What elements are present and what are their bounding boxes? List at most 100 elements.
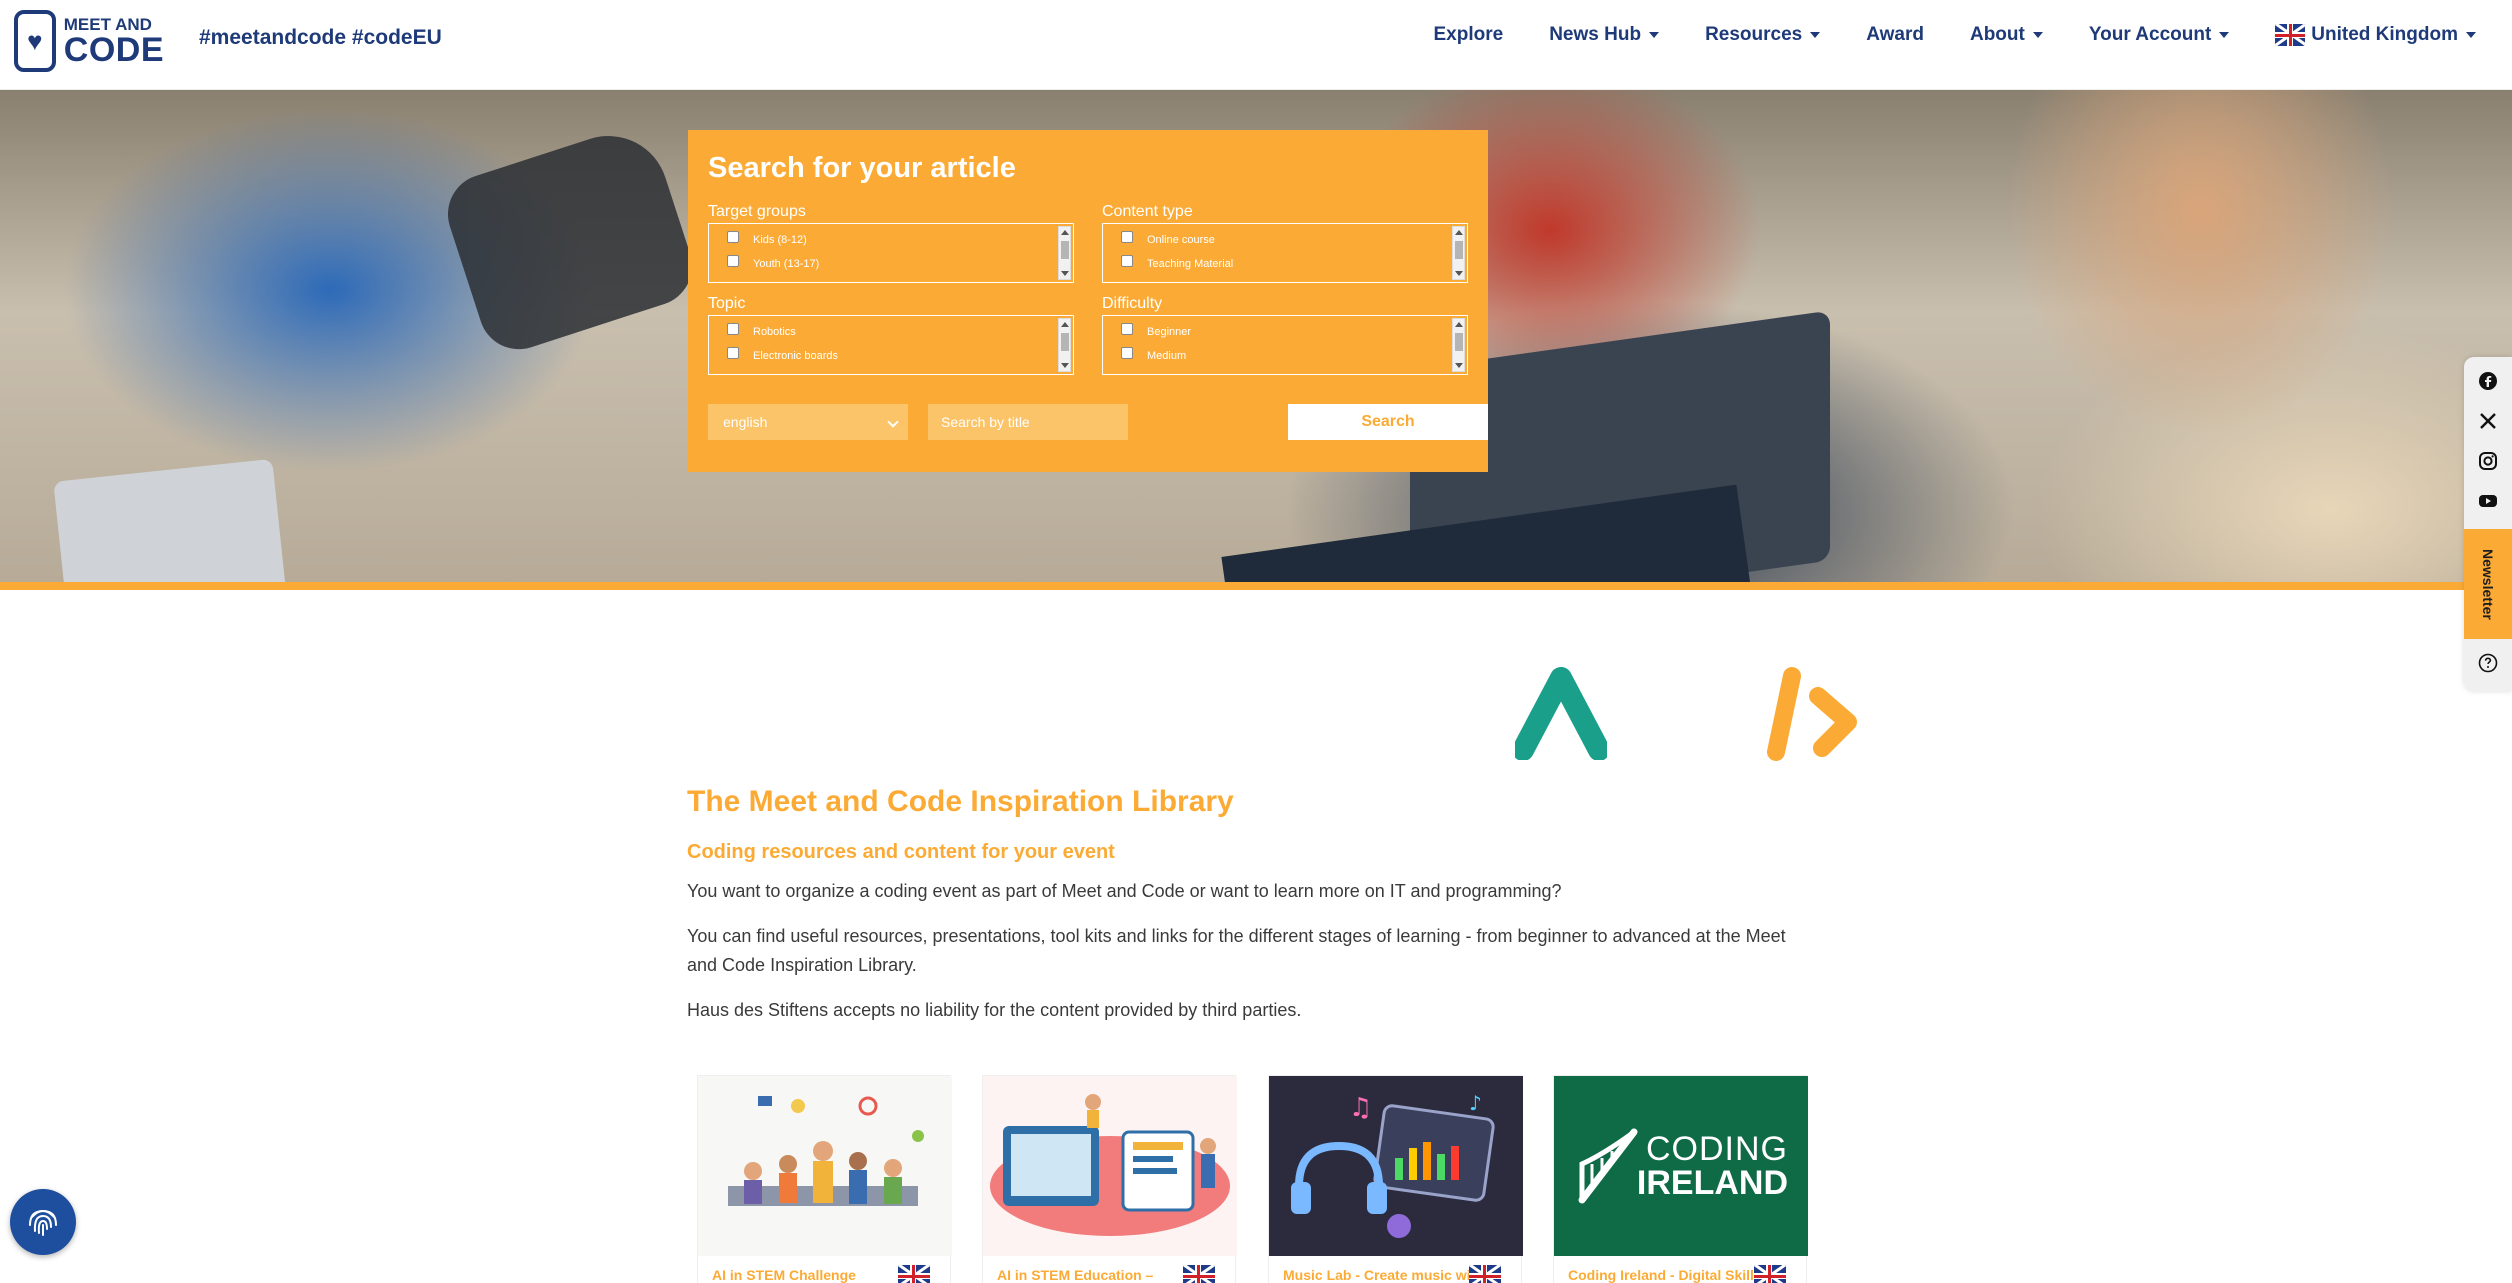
caret-down-icon (1649, 32, 1660, 38)
checkbox[interactable] (1121, 347, 1133, 359)
option-label: Beginner (1147, 326, 1192, 338)
country-selector[interactable]: United Kingdom (2275, 24, 2476, 46)
help-icon[interactable] (2478, 653, 2498, 673)
nav-resources-label: Resources (1705, 24, 1803, 45)
checkbox[interactable] (727, 323, 739, 335)
uk-flag-icon (898, 1265, 930, 1283)
chevron-down-icon (887, 416, 899, 428)
resources-paragraph: You can find useful resources, presentat… (687, 926, 1786, 975)
filter-list-content-type[interactable]: Online course Teaching Material (1102, 223, 1468, 283)
x-icon[interactable] (2478, 411, 2498, 431)
filter-content-type: Content type Online course Teaching Mate… (1102, 203, 1468, 283)
svg-text:♫: ♫ (1349, 1093, 1372, 1123)
nav-news-hub-label: News Hub (1549, 24, 1642, 45)
search-button[interactable]: Search (1288, 404, 1488, 440)
card-title[interactable]: AI in STEM Education – (997, 1267, 1153, 1283)
card-title[interactable]: Music Lab - Create music with (1283, 1267, 1484, 1283)
card-title[interactable]: Coding Ireland - Digital Skills (1568, 1267, 1762, 1283)
privacy-settings-button[interactable] (10, 1189, 76, 1255)
list-scrollbar[interactable] (1452, 226, 1465, 280)
caret-down-icon (2466, 32, 2476, 38)
card-image-music-lab-illustration: ♫ ♪ (1269, 1076, 1523, 1256)
option-label: Medium (1147, 350, 1187, 362)
nav-about-label: About (1969, 24, 2025, 45)
card-image-team-illustration (698, 1076, 952, 1256)
list-scrollbar[interactable] (1452, 318, 1465, 372)
newsletter-label: Newsletter (2480, 548, 2496, 620)
filter-target-groups: Target groups Kids (8-12) Youth (13-17) (708, 203, 1074, 283)
checkbox[interactable] (1121, 323, 1133, 335)
nav-resources[interactable]: Resources (1705, 24, 1821, 46)
list-scrollbar[interactable] (1058, 318, 1071, 372)
filter-list-difficulty[interactable]: Beginner Medium (1102, 315, 1468, 375)
filter-grid: Target groups Kids (8-12) Youth (13-17) … (708, 203, 1468, 375)
uk-flag-icon (1469, 1265, 1501, 1283)
page-subtitle: Coding resources and content for your ev… (687, 841, 1115, 863)
nav-award[interactable]: Award (1866, 24, 1924, 46)
card-image-coding-ireland-logo: CODING IRELAND (1554, 1076, 1808, 1256)
intro-paragraph: You want to organize a coding event as p… (687, 881, 1562, 901)
nav-your-account[interactable]: Your Account (2089, 24, 2230, 46)
meet-and-code-logo[interactable]: ♥ MEET AND CODE (14, 8, 164, 74)
resource-card[interactable]: AI in STEM Education – (982, 1075, 1237, 1283)
resource-card[interactable]: CODING IRELAND Coding Ireland - Digital … (1553, 1075, 1808, 1283)
caret-down-icon (2219, 32, 2230, 38)
checkbox[interactable] (1121, 255, 1133, 267)
filter-topic: Topic Robotics Electronic boards (708, 295, 1074, 375)
instagram-icon[interactable] (2478, 451, 2498, 471)
logo-wordmark: MEET AND CODE (64, 16, 164, 67)
disclaimer-paragraph: Haus des Stiftens accepts no liability f… (687, 1000, 1302, 1020)
filter-option[interactable]: Kids (8-12) (727, 228, 1073, 252)
logo-line1: MEET AND (63, 14, 152, 34)
orange-slash-arrow-decoration (1767, 667, 1857, 761)
list-scrollbar[interactable] (1058, 226, 1071, 280)
filter-option[interactable]: Youth (13-17) (727, 252, 1073, 276)
language-select[interactable]: english (708, 404, 908, 440)
social-sidebar: Newsletter (2464, 357, 2512, 691)
checkbox[interactable] (727, 255, 739, 267)
svg-text:♪: ♪ (1469, 1091, 1482, 1115)
filter-label: Difficulty (1102, 295, 1163, 312)
filter-option[interactable]: Online course (1121, 228, 1467, 252)
search-by-title-input[interactable]: Search by title (928, 404, 1128, 440)
checkbox[interactable] (727, 231, 739, 243)
filter-option[interactable]: Beginner (1121, 320, 1467, 344)
filter-option[interactable]: Electronic boards (727, 344, 1073, 368)
uk-flag-icon (1754, 1265, 1786, 1283)
nav-explore-label: Explore (1433, 24, 1504, 45)
nav-about[interactable]: About (1970, 24, 2043, 46)
checkbox[interactable] (727, 347, 739, 359)
header-hashtags: #meetandcode #codeEU (199, 26, 442, 49)
logo-mark-icon: ♥ (14, 10, 56, 72)
checkbox[interactable] (1121, 231, 1133, 243)
coding-ireland-word-ireland: IRELAND (1636, 1164, 1788, 1202)
harp-icon (1578, 1128, 1638, 1204)
teal-chevron-decoration (1515, 667, 1607, 760)
option-label: Kids (8-12) (753, 234, 807, 246)
youtube-icon[interactable] (2478, 491, 2498, 511)
option-label: Teaching Material (1147, 258, 1234, 270)
filter-list-topic[interactable]: Robotics Electronic boards (708, 315, 1074, 375)
newsletter-tab[interactable]: Newsletter (2464, 529, 2512, 639)
resource-card[interactable]: ♫ ♪ Music Lab - Create music with (1268, 1075, 1523, 1283)
filter-option[interactable]: Teaching Material (1121, 252, 1467, 276)
coding-ireland-word-coding: CODING (1646, 1130, 1788, 1168)
nav-news-hub[interactable]: News Hub (1549, 24, 1660, 46)
filter-option[interactable]: Robotics (727, 320, 1073, 344)
hero-laptop-shape (53, 458, 287, 582)
card-title[interactable]: AI in STEM Challenge (712, 1267, 856, 1283)
article-search-panel: Search for your article Target groups Ki… (688, 130, 1488, 472)
filter-list-target-groups[interactable]: Kids (8-12) Youth (13-17) (708, 223, 1074, 283)
nav-explore[interactable]: Explore (1434, 24, 1504, 46)
filter-label: Topic (708, 295, 746, 312)
filter-label: Content type (1102, 203, 1193, 220)
filter-option[interactable]: Medium (1121, 344, 1467, 368)
caret-down-icon (2032, 32, 2043, 38)
facebook-icon[interactable] (2478, 371, 2498, 391)
resource-card[interactable]: AI in STEM Challenge (697, 1075, 952, 1283)
filter-difficulty: Difficulty Beginner Medium (1102, 295, 1468, 375)
option-label: Youth (13-17) (753, 258, 820, 270)
country-label: United Kingdom (2311, 24, 2458, 45)
language-selected-value: english (723, 414, 768, 430)
search-controls-row: english Search by title Search (708, 404, 1488, 440)
